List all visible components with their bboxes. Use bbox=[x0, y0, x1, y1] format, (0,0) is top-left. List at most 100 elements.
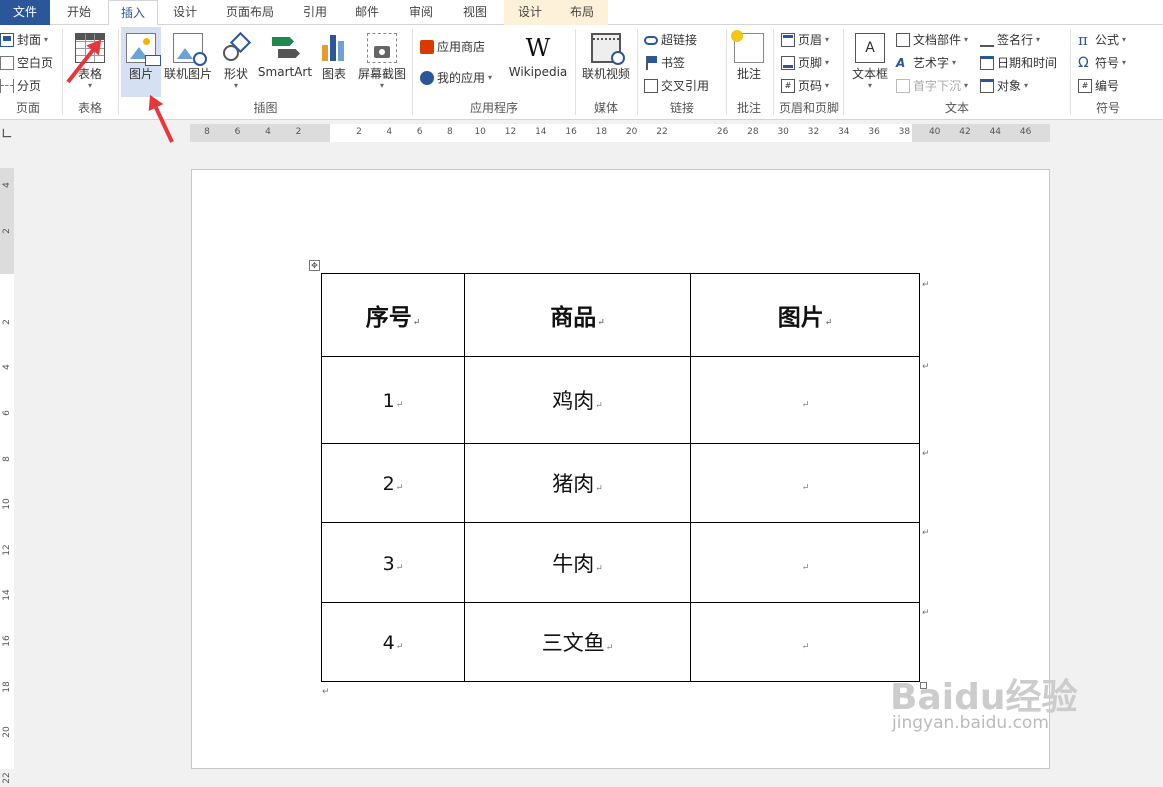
shapes-button[interactable]: 形状 ▾ bbox=[216, 27, 256, 97]
object-button[interactable]: 对象 ▾ bbox=[980, 76, 1028, 96]
table-cell[interactable]: 2↵ bbox=[321, 443, 465, 523]
group-label-links: 链接 bbox=[669, 101, 694, 115]
drop-cap-button[interactable]: 首字下沉 ▾ bbox=[896, 76, 968, 96]
ruler-tick-label: 26 bbox=[716, 127, 729, 137]
table-move-handle[interactable]: ✥ bbox=[309, 260, 320, 271]
smartart-button[interactable]: SmartArt bbox=[258, 27, 312, 97]
ruler-tick-label: 16 bbox=[2, 635, 12, 647]
cross-reference-button[interactable]: 交叉引用 bbox=[644, 76, 709, 96]
numbering-button[interactable]: # 编号 bbox=[1078, 76, 1119, 96]
blank-page-button[interactable]: 空白页 bbox=[0, 53, 53, 73]
tab-mailings[interactable]: 邮件 bbox=[342, 0, 392, 25]
screenshot-button[interactable]: 屏幕截图 ▾ bbox=[354, 27, 410, 97]
product-table: 序号↵ 商品↵ 图片↵ 1↵ 鸡肉↵ ↵ 2↵ 猪肉↵ ↵ 3↵ 牛肉↵ ↵ 4… bbox=[321, 273, 920, 682]
symbol-button[interactable]: Ω 符号 ▾ bbox=[1078, 53, 1126, 73]
ruler-tick-label: 38 bbox=[898, 127, 911, 137]
tab-references[interactable]: 引用 bbox=[292, 0, 338, 25]
shapes-icon bbox=[221, 31, 252, 63]
tab-review[interactable]: 审阅 bbox=[396, 0, 446, 25]
online-picture-button[interactable]: 联机图片 bbox=[163, 27, 213, 97]
table-cell[interactable]: 4↵ bbox=[321, 602, 465, 682]
picture-cell[interactable]: ↵ bbox=[690, 356, 920, 444]
app-store-button[interactable]: 应用商店 bbox=[420, 37, 485, 57]
paragraph-mark: ↵ bbox=[922, 608, 930, 618]
table-cell[interactable]: 牛肉↵ bbox=[464, 522, 691, 603]
table-button[interactable]: 表格 ▾ bbox=[66, 27, 114, 97]
ruler-tick-label: 8 bbox=[2, 455, 12, 462]
pi-icon: π bbox=[1078, 31, 1088, 49]
group-label-text: 文本 bbox=[944, 101, 969, 115]
tab-home[interactable]: 开始 bbox=[54, 0, 104, 25]
tab-page-layout[interactable]: 页面布局 bbox=[212, 0, 288, 25]
table-cell[interactable]: 猪肉↵ bbox=[464, 443, 691, 523]
object-icon bbox=[980, 79, 994, 93]
tab-table-layout[interactable]: 布局 bbox=[556, 0, 608, 25]
quick-parts-button[interactable]: 文档部件 ▾ bbox=[896, 30, 968, 50]
bookmark-flag-icon bbox=[644, 56, 658, 70]
textbox-button[interactable]: A 文本框 ▾ bbox=[848, 27, 892, 97]
tab-stop-selector[interactable] bbox=[2, 128, 12, 138]
separator bbox=[637, 29, 638, 115]
ruler-tick-label: 28 bbox=[747, 127, 759, 137]
page-number-button[interactable]: # 页码 ▾ bbox=[781, 76, 829, 96]
header-button[interactable]: 页眉 ▾ bbox=[781, 30, 829, 50]
signature-icon bbox=[980, 33, 994, 47]
ruler-tick-label: 12 bbox=[504, 127, 517, 137]
page-break-button[interactable]: 分页 bbox=[0, 76, 41, 96]
table-row: 2↵ 猪肉↵ ↵ bbox=[321, 443, 920, 523]
tab-file[interactable]: 文件 bbox=[0, 0, 50, 25]
table-cell[interactable]: 3↵ bbox=[321, 522, 465, 603]
cover-page-button[interactable]: 封面 ▾ bbox=[0, 30, 48, 50]
table-row: 3↵ 牛肉↵ ↵ bbox=[321, 522, 920, 603]
wordart-button[interactable]: A 艺术字 ▾ bbox=[896, 53, 956, 73]
group-label-comments: 批注 bbox=[736, 101, 761, 115]
separator bbox=[412, 29, 413, 115]
date-time-button[interactable]: 日期和时间 bbox=[980, 53, 1057, 73]
separator bbox=[62, 29, 63, 115]
header-cell-picture[interactable]: 图片↵ bbox=[690, 273, 920, 357]
comment-button[interactable]: 批注 bbox=[729, 27, 769, 97]
tab-design[interactable]: 设计 bbox=[162, 0, 208, 25]
ruler-tick-label: 14 bbox=[2, 589, 12, 602]
picture-button[interactable]: 图片 bbox=[121, 27, 161, 97]
tab-view[interactable]: 视图 bbox=[450, 0, 500, 25]
picture-cell[interactable]: ↵ bbox=[690, 443, 920, 523]
ruler-tick-label: 22 bbox=[2, 772, 12, 784]
table-cell[interactable]: 鸡肉↵ bbox=[464, 356, 691, 444]
horizontal-ruler[interactable]: 8 6 4 2 2 4 6 8 10 12 14 16 18 20 22 26 28 30 32 34 36 38 40 42… bbox=[190, 124, 1050, 142]
signature-line-button[interactable]: 签名行 ▾ bbox=[980, 30, 1040, 50]
table-cell[interactable]: 三文鱼↵ bbox=[464, 602, 691, 682]
bookmark-button[interactable]: 书签 bbox=[644, 53, 685, 73]
picture-icon bbox=[126, 33, 161, 66]
calendar-icon bbox=[980, 56, 994, 70]
hyperlink-button[interactable]: 超链接 bbox=[644, 30, 697, 50]
paragraph-mark: ↵ bbox=[922, 362, 930, 372]
link-icon bbox=[644, 35, 658, 45]
footer-icon bbox=[781, 56, 795, 70]
online-video-button[interactable]: 联机视频 bbox=[579, 27, 633, 97]
wikipedia-button[interactable]: W Wikipedia bbox=[508, 27, 568, 97]
table-cell[interactable]: 1↵ bbox=[321, 356, 465, 444]
chart-button[interactable]: 图表 bbox=[316, 27, 352, 97]
picture-cell[interactable]: ↵ bbox=[690, 522, 920, 603]
vertical-ruler[interactable]: 4 2 2 4 6 8 10 12 14 16 18 20 22 bbox=[0, 168, 14, 784]
ruler-tick-label: 2 bbox=[356, 127, 362, 137]
tab-table-design[interactable]: 设计 bbox=[504, 0, 556, 25]
header-cell-product[interactable]: 商品↵ bbox=[464, 273, 691, 357]
tab-insert[interactable]: 插入 bbox=[108, 0, 158, 26]
ruler-tick-label: 34 bbox=[838, 127, 850, 137]
header-cell-index[interactable]: 序号↵ bbox=[321, 273, 465, 357]
ruler-tick-label: 8 bbox=[447, 127, 453, 137]
group-label-illustrations: 插图 bbox=[253, 101, 278, 115]
ruler-tick-label: 4 bbox=[386, 127, 393, 137]
footer-button[interactable]: 页脚 ▾ bbox=[781, 53, 829, 73]
cover-page-icon bbox=[0, 33, 14, 47]
omega-icon: Ω bbox=[1078, 55, 1089, 71]
separator bbox=[773, 29, 774, 115]
ruler-tick-label: 42 bbox=[959, 127, 971, 137]
equation-button[interactable]: π 公式 ▾ bbox=[1078, 30, 1126, 50]
ruler-tick-label: 8 bbox=[204, 127, 210, 137]
my-apps-button[interactable]: 我的应用 ▾ bbox=[420, 68, 492, 88]
ribbon-insert: 封面 ▾ 空白页 分页 页面 表格 ▾ 表格 图片 联机图片 形状 ▾ SmartAr… bbox=[0, 25, 1163, 120]
ruler-tick-label: 2 bbox=[2, 318, 12, 325]
